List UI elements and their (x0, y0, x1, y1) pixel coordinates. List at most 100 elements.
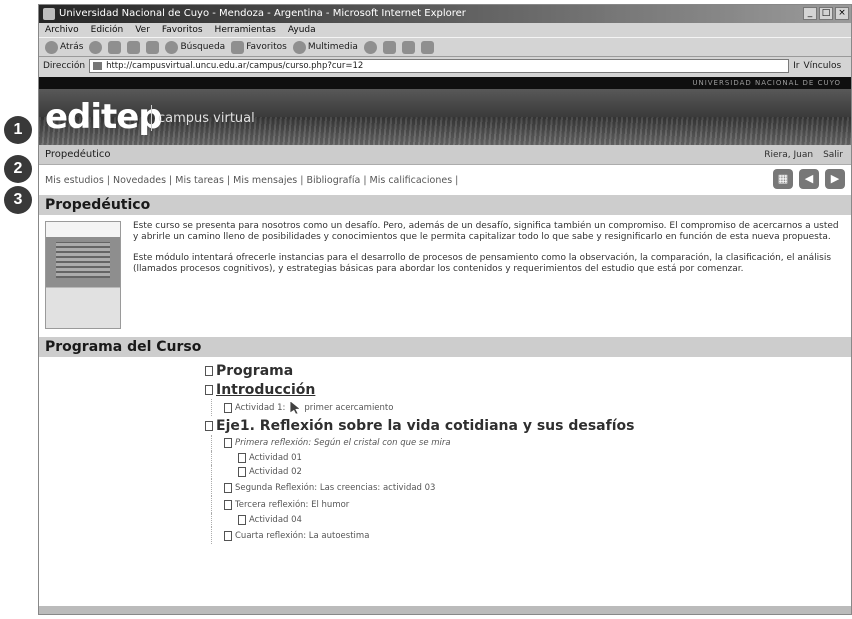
outline-item-tercera-reflexion[interactable]: Tercera reflexión: El humor (211, 496, 851, 513)
site-subtitle: campus virtual (158, 111, 255, 126)
nav-separator: | (226, 174, 231, 186)
links-label[interactable]: Vínculos (803, 61, 841, 71)
course-heading: Propedéutico (39, 195, 851, 215)
address-input[interactable]: http://campusvirtual.uncu.edu.ar/campus/… (89, 59, 790, 73)
outline-item-actividad-04[interactable]: Actividad 04 (211, 513, 851, 527)
callout-marker-3: 3 (4, 186, 32, 214)
description-paragraph-1: Este curso se presenta para nosotros com… (133, 221, 839, 242)
document-icon (238, 453, 246, 463)
mail-icon[interactable] (382, 40, 396, 54)
nav-separator: | (300, 174, 304, 186)
forward-arrow-icon[interactable] (89, 40, 103, 54)
menu-ver[interactable]: Ver (135, 23, 150, 37)
outline-label: Introducción (216, 381, 316, 398)
outline-item-actividad-02[interactable]: Actividad 02 (211, 465, 851, 479)
title-bar: Universidad Nacional de Cuyo - Mendoza -… (39, 5, 851, 23)
outline-item-eje1[interactable]: Eje1. Reflexión sobre la vida cotidiana … (205, 416, 851, 435)
favorites-label: Favoritos (246, 42, 287, 52)
outline-label: Actividad 04 (249, 515, 302, 525)
favorites-button[interactable]: Favoritos (231, 40, 287, 54)
program-outline: Programa Introducción Actividad 1: prime… (39, 357, 851, 544)
callout-marker-1: 1 (4, 116, 32, 144)
course-description: Este curso se presenta para nosotros com… (121, 221, 845, 331)
status-bar (39, 606, 851, 614)
outline-item-primera-reflexion[interactable]: Primera reflexión: Según el cristal con … (211, 435, 851, 451)
menu-edicion[interactable]: Edición (91, 23, 124, 37)
logout-link[interactable]: Salir (823, 145, 843, 165)
outline-item-programa[interactable]: Programa (205, 361, 851, 380)
multimedia-button[interactable]: Multimedia (292, 40, 358, 54)
multimedia-icon (292, 40, 306, 54)
window-controls: _ □ × (803, 7, 849, 20)
favorites-icon (231, 40, 245, 54)
nav-mis-tareas[interactable]: Mis tareas (175, 175, 224, 186)
menu-favoritos[interactable]: Favoritos (162, 23, 203, 37)
menu-ayuda[interactable]: Ayuda (288, 23, 316, 37)
edit-icon[interactable] (420, 40, 434, 54)
outline-label: Eje1. Reflexión sobre la vida cotidiana … (216, 417, 635, 434)
course-intro: Este curso se presenta para nosotros com… (39, 215, 851, 337)
nav-mis-calificaciones[interactable]: Mis calificaciones (370, 175, 453, 186)
menu-herramientas[interactable]: Herramientas (215, 23, 276, 37)
home-icon[interactable] (146, 40, 160, 54)
print-icon[interactable] (401, 40, 415, 54)
document-icon (205, 384, 213, 395)
outline-item-actividad-1[interactable]: Actividad 1: primer acercamiento (211, 399, 851, 416)
minimize-button[interactable]: _ (803, 7, 817, 20)
site-logo[interactable]: editep (45, 97, 163, 137)
outline-label: Cuarta reflexión: La autoestima (235, 530, 370, 541)
outline-item-cuarta-reflexion[interactable]: Cuarta reflexión: La autoestima (211, 527, 851, 544)
previous-icon[interactable]: ◀ (799, 169, 819, 189)
logo-divider (151, 105, 152, 131)
back-arrow-icon (45, 40, 58, 54)
go-button[interactable]: Ir (793, 61, 799, 71)
course-cover-image (45, 221, 121, 329)
document-icon (224, 499, 232, 510)
document-icon (224, 402, 232, 413)
nav-separator: | (106, 174, 110, 186)
ie-logo-icon (43, 8, 55, 20)
refresh-icon[interactable] (127, 40, 141, 54)
grid-icon[interactable]: ▦ (773, 169, 793, 189)
outline-item-introduccion[interactable]: Introducción (205, 380, 851, 399)
document-icon (205, 365, 213, 376)
document-icon (238, 467, 246, 477)
main-nav: Mis estudios | Novedades | Mis tareas | … (39, 165, 851, 195)
activity-prefix: Actividad 1: (235, 402, 286, 413)
menu-archivo[interactable]: Archivo (45, 23, 79, 37)
university-strip: UNIVERSIDAD NACIONAL DE CUYO (39, 77, 851, 89)
nav-bibliografia[interactable]: Bibliografía (306, 175, 360, 186)
stop-icon[interactable] (108, 40, 122, 54)
document-icon (238, 515, 246, 525)
outline-item-segunda-reflexion[interactable]: Segunda Reflexión: Las creencias: activi… (211, 479, 851, 496)
outline-label: Segunda Reflexión: Las creencias: activi… (235, 482, 436, 493)
browser-window: Universidad Nacional de Cuyo - Mendoza -… (38, 4, 852, 615)
page-content: UNIVERSIDAD NACIONAL DE CUYO editep camp… (39, 77, 851, 614)
callout-marker-2: 2 (4, 155, 32, 183)
nav-novedades[interactable]: Novedades (113, 175, 166, 186)
outline-label: Actividad 02 (249, 467, 302, 477)
menu-bar: Archivo Edición Ver Favoritos Herramient… (39, 23, 851, 37)
site-banner: editep campus virtual (39, 89, 851, 145)
outline-item-actividad-01[interactable]: Actividad 01 (211, 451, 851, 465)
nav-separator: | (455, 174, 459, 186)
back-button[interactable]: Atrás (45, 40, 84, 54)
breadcrumb-course[interactable]: Propedéutico (45, 149, 111, 160)
search-button[interactable]: Búsqueda (165, 40, 225, 54)
history-icon[interactable] (363, 40, 377, 54)
nav-mis-mensajes[interactable]: Mis mensajes (233, 175, 297, 186)
window-title: Universidad Nacional de Cuyo - Mendoza -… (59, 8, 466, 19)
address-label: Dirección (43, 61, 86, 71)
mouse-cursor-icon (290, 401, 300, 414)
nav-mis-estudios[interactable]: Mis estudios (45, 175, 104, 186)
document-icon (224, 482, 232, 493)
outline-label: Tercera reflexión: El humor (235, 499, 350, 510)
next-icon[interactable]: ▶ (825, 169, 845, 189)
program-heading: Programa del Curso (39, 337, 851, 357)
back-label: Atrás (60, 42, 84, 52)
close-button[interactable]: × (835, 7, 849, 20)
maximize-button[interactable]: □ (819, 7, 833, 20)
outline-label: Actividad 01 (249, 453, 302, 463)
toolbar: Atrás Búsqueda Favoritos Multimedia (39, 37, 851, 57)
document-icon (224, 530, 232, 541)
